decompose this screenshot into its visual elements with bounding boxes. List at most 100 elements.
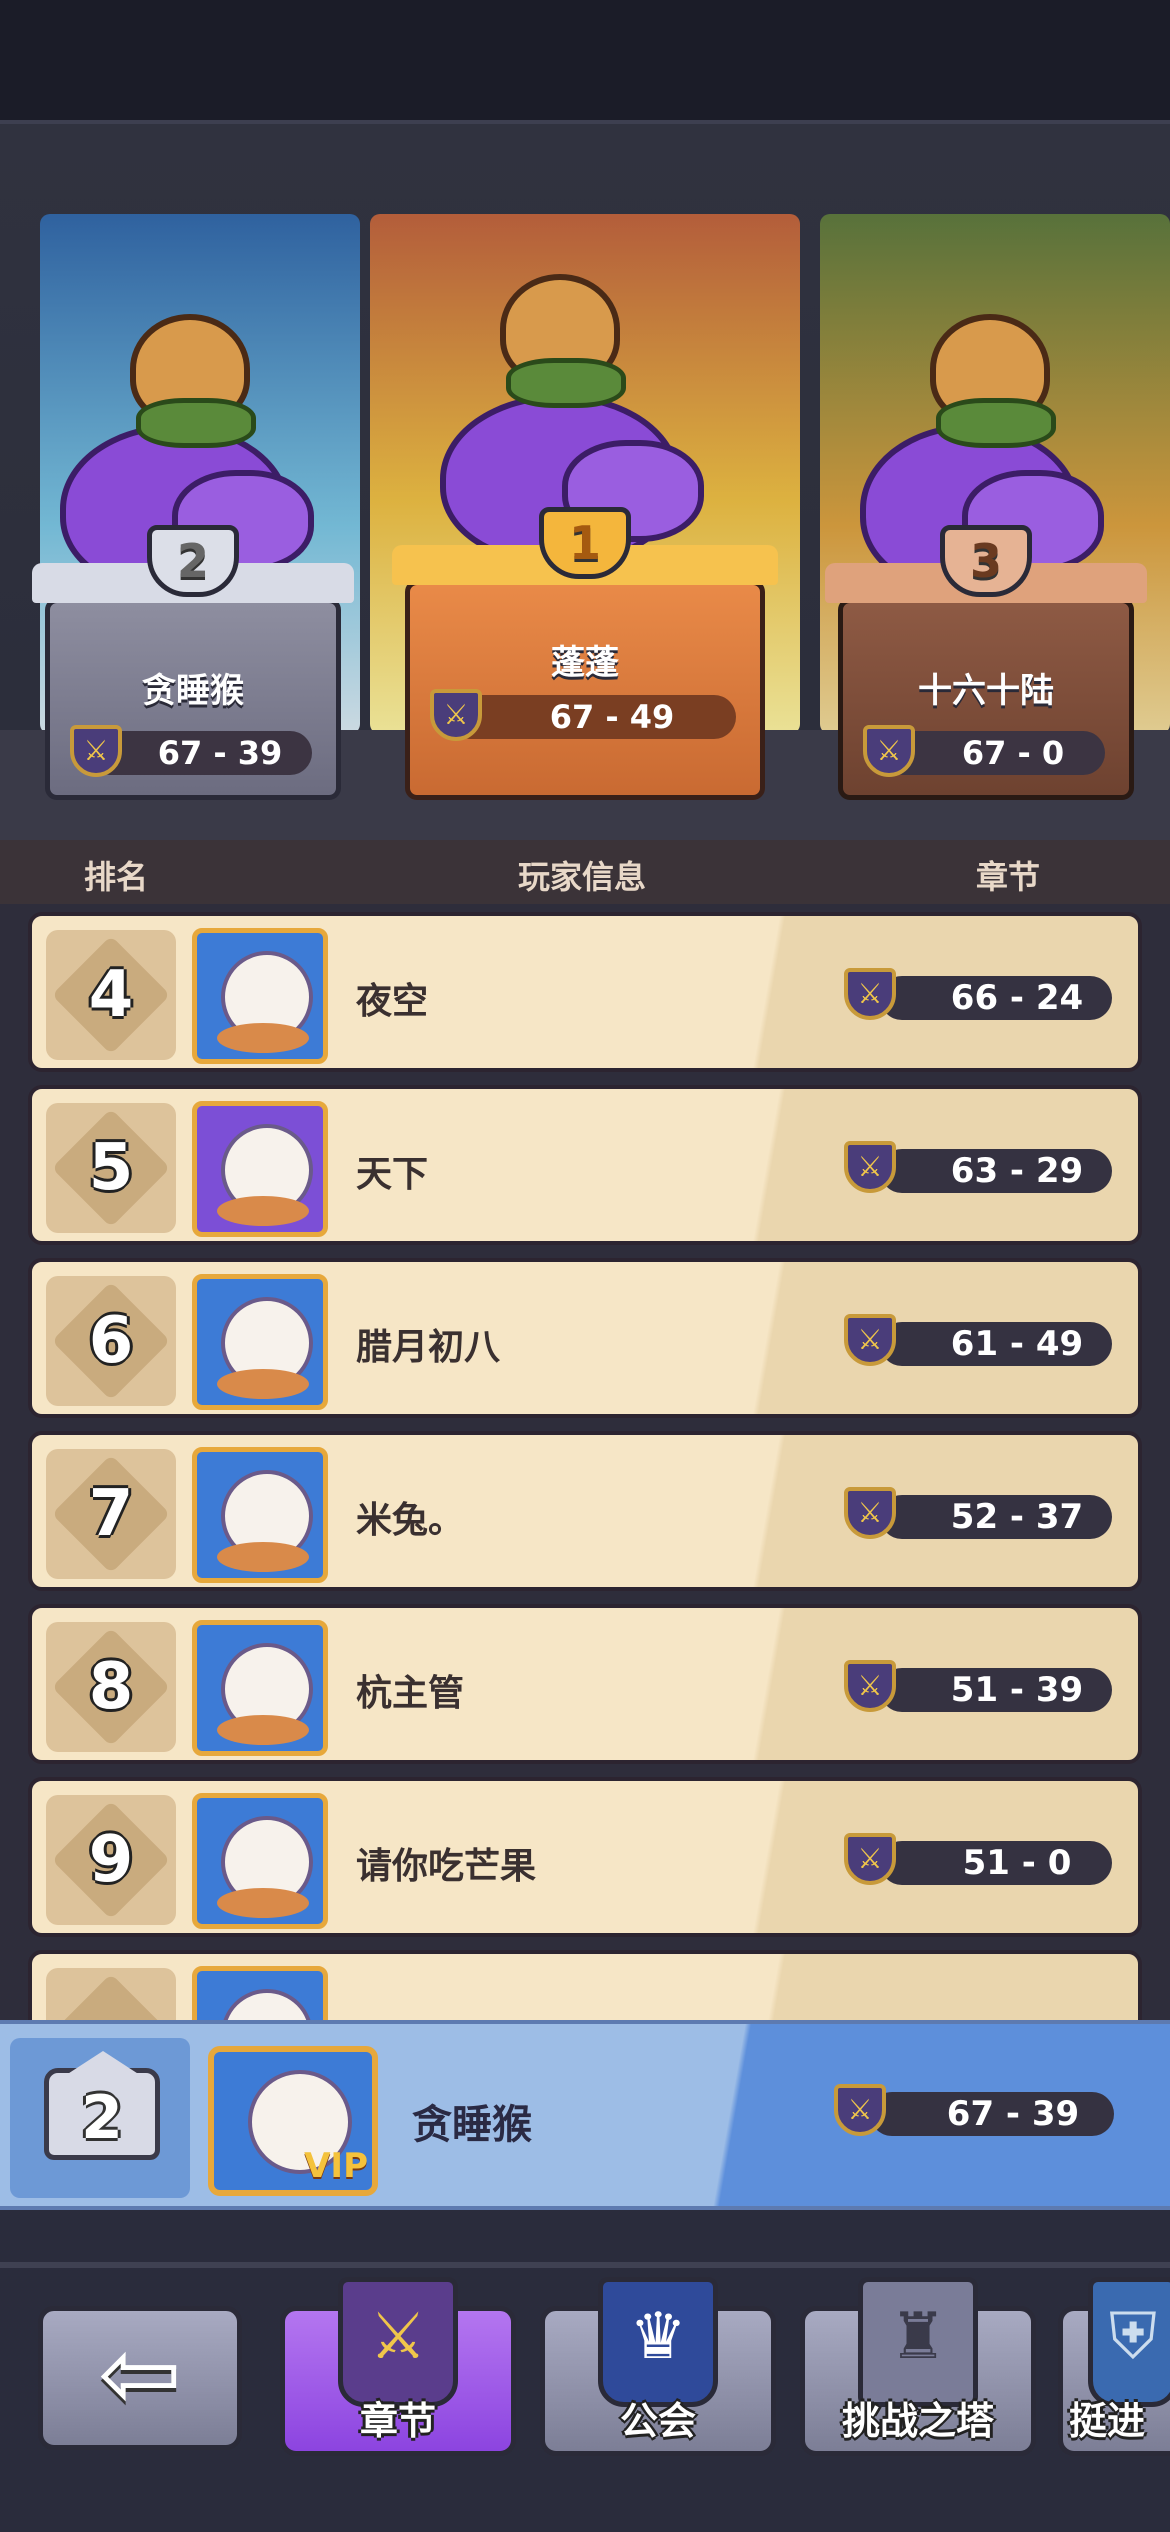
chapter-score: 52 - 37	[844, 1487, 1112, 1539]
rank-tile: 9	[46, 1795, 176, 1925]
rank-2-badge: 2	[147, 525, 239, 597]
list-item[interactable]: 6 腊月初八 61 - 49	[28, 1258, 1142, 1418]
list-item[interactable]: 4 夜空 66 - 24	[28, 912, 1142, 1072]
tab-label: 挑战之塔	[841, 2399, 994, 2443]
player-name: 杭主管	[356, 1673, 465, 1714]
avatar[interactable]	[192, 1101, 328, 1237]
podium-rank-1[interactable]: 1 蓬蓬 67 - 49	[392, 507, 778, 800]
podium-rank-2[interactable]: 2 贪睡猴 67 - 39	[32, 525, 354, 800]
player-name: 腊月初八	[356, 1327, 501, 1368]
rank-tile: 6	[46, 1276, 176, 1406]
rank-number: 8	[88, 1650, 134, 1724]
capybara-rider-icon	[930, 314, 1056, 448]
rank-number: 6	[88, 1304, 134, 1378]
rank-tile: 8	[46, 1622, 176, 1752]
list-item[interactable]: 5 天下 63 - 29	[28, 1085, 1142, 1245]
chapter-score: 51 - 39	[844, 1660, 1112, 1712]
capybara-rider-icon	[130, 314, 256, 448]
arrow-left-icon: ⇦	[98, 2315, 182, 2432]
avatar[interactable]	[192, 1620, 328, 1756]
rank-number: 4	[88, 958, 134, 1032]
podium-rank-3[interactable]: 3 十六十陆 67 - 0	[825, 525, 1147, 800]
chapter-shield-icon	[70, 725, 122, 777]
leaderboard-list[interactable]: 4 夜空 66 - 24 5 天下 63 - 29 6 腊月初八 61 - 49…	[0, 904, 1170, 2020]
chapter-score: 61 - 49	[844, 1314, 1112, 1366]
player-name: 米兔。	[356, 1500, 465, 1541]
podium-player-name: 蓬蓬	[551, 643, 619, 683]
chapter-shield-icon	[844, 1660, 896, 1712]
chapter-banner-icon: ⚔	[338, 2277, 458, 2407]
podium-score-value: 67 - 49	[549, 698, 675, 736]
list-item-partial[interactable]	[28, 1950, 1142, 2020]
chapter-shield-icon	[430, 689, 482, 741]
tab-label: 公会	[619, 2399, 696, 2443]
chapter-score-value: 66 - 24	[950, 978, 1084, 1018]
avatar[interactable]	[192, 1447, 328, 1583]
list-item[interactable]: 7 米兔。 52 - 37	[28, 1431, 1142, 1591]
chapter-score-value: 61 - 49	[950, 1324, 1084, 1364]
list-item[interactable]: 9 请你吃芒果 51 - 0	[28, 1777, 1142, 1937]
my-rank-bar[interactable]: 2 VIP 贪睡猴 67 - 39	[0, 2020, 1170, 2210]
my-chapter-score-value: 67 - 39	[946, 2094, 1080, 2134]
tab-label: 章节	[359, 2399, 436, 2443]
header-rank: 排名	[84, 858, 149, 896]
bottom-nav: ⇦ ⚔ 章节 ♛ 公会 ♜ 挑战之塔 ⛨ 挺进	[0, 2262, 1170, 2482]
bottom-safe-area	[0, 2482, 1170, 2532]
player-name: 天下	[356, 1154, 429, 1195]
player-name: 请你吃芒果	[356, 1846, 537, 1887]
leaderboard-header: 排名 玩家信息 章节	[0, 840, 1170, 904]
back-button[interactable]: ⇦	[38, 2306, 242, 2450]
vip-badge: VIP	[304, 2146, 368, 2186]
chapter-shield-icon	[863, 725, 915, 777]
avatar[interactable]	[192, 1793, 328, 1929]
chapter-score-value: 51 - 39	[950, 1670, 1084, 1710]
avatar[interactable]	[192, 1966, 328, 2020]
my-rank-tile: 2	[10, 2038, 190, 2198]
chapter-score: 63 - 29	[844, 1141, 1112, 1193]
chapter-score-value: 51 - 0	[962, 1843, 1072, 1883]
chapter-shield-icon	[834, 2084, 886, 2136]
tab-chapter[interactable]: ⚔ 章节	[280, 2277, 516, 2456]
rank-number: 5	[88, 1131, 134, 1205]
chapter-score: 51 - 0	[844, 1833, 1112, 1885]
my-player-name: 贪睡猴	[412, 2102, 532, 2148]
rank-tile: 7	[46, 1449, 176, 1579]
podium-player-name: 贪睡猴	[142, 671, 244, 711]
header-chapter: 章节	[976, 858, 1041, 896]
chapter-shield-icon	[844, 968, 896, 1020]
status-area	[0, 0, 1170, 120]
tower-icon: ♜	[858, 2277, 978, 2407]
tab-advance[interactable]: ⛨ 挺进	[1058, 2277, 1170, 2456]
avatar[interactable]	[192, 1274, 328, 1410]
podium-score: 67 - 0	[863, 725, 1105, 777]
tab-label: 挺进	[1069, 2399, 1146, 2443]
silver-crown-icon: 2	[44, 2051, 160, 2160]
chapter-shield-icon	[844, 1487, 896, 1539]
podium-score: 67 - 49	[430, 689, 736, 741]
podium-score-value: 67 - 39	[157, 734, 283, 772]
my-chapter-score: 67 - 39	[834, 2084, 1114, 2136]
rank-1-badge: 1	[539, 507, 631, 579]
rank-tile: 4	[46, 930, 176, 1060]
podium-score: 67 - 39	[70, 725, 312, 777]
chapter-shield-icon	[844, 1314, 896, 1366]
list-item[interactable]: 8 杭主管 51 - 39	[28, 1604, 1142, 1764]
tab-challenge-tower[interactable]: ♜ 挑战之塔	[800, 2277, 1036, 2456]
capybara-rider-icon	[500, 274, 626, 408]
chapter-score-value: 63 - 29	[950, 1151, 1084, 1191]
rank-number: 7	[88, 1477, 134, 1551]
advance-icon: ⛨	[1088, 2277, 1170, 2407]
avatar[interactable]	[192, 928, 328, 1064]
player-name: 夜空	[356, 981, 429, 1022]
tab-guild[interactable]: ♛ 公会	[540, 2277, 776, 2456]
my-rank-number: 2	[81, 2083, 123, 2153]
guild-banner-icon: ♛	[598, 2277, 718, 2407]
chapter-shield-icon	[844, 1141, 896, 1193]
rank-number: 9	[88, 1823, 134, 1897]
rank-tile	[46, 1968, 176, 2020]
header-player-info: 玩家信息	[518, 858, 647, 896]
podium-score-value: 67 - 0	[961, 734, 1065, 772]
my-avatar[interactable]: VIP	[208, 2046, 378, 2196]
rank-3-badge: 3	[940, 525, 1032, 597]
podium-player-name: 十六十陆	[918, 671, 1054, 711]
